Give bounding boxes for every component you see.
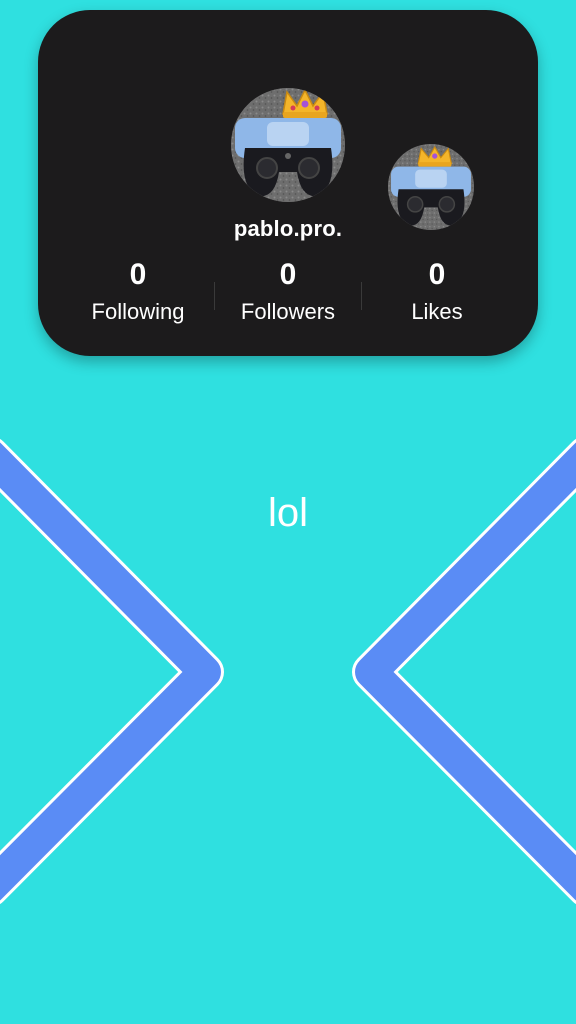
main-caption: lol (267, 491, 309, 535)
